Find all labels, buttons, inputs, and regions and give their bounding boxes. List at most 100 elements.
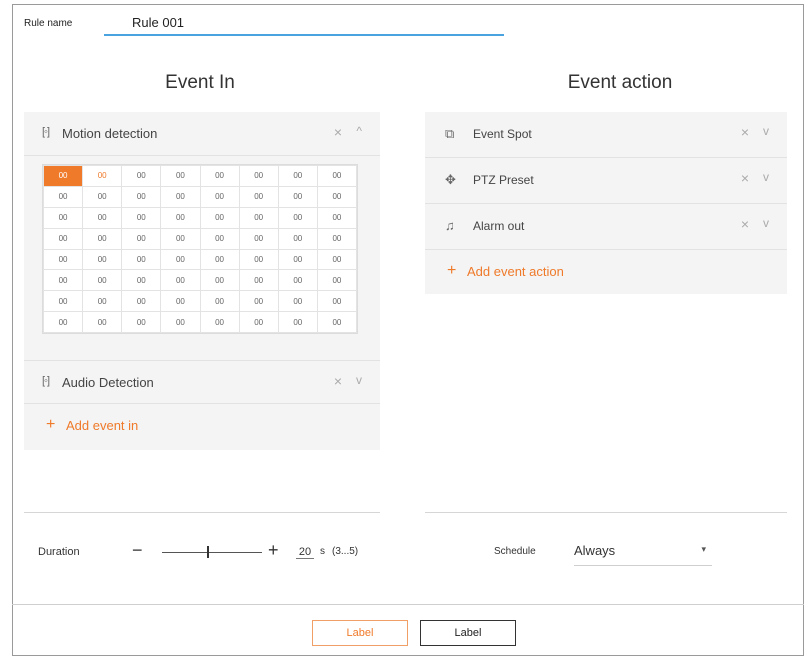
motion-grid-cell[interactable]: 00 <box>277 206 318 229</box>
motion-grid-cell[interactable]: 00 <box>160 311 201 333</box>
add-event-in-button[interactable]: + Add event in <box>24 404 380 448</box>
motion-grid-cell[interactable]: 00 <box>82 248 123 271</box>
alarm-out-item[interactable]: ♫ Alarm out × v <box>425 204 787 250</box>
chevron-down-icon[interactable]: v <box>763 216 769 230</box>
divider <box>24 512 380 513</box>
duration-slider-handle[interactable] <box>207 546 209 558</box>
motion-grid-cell[interactable]: 00 <box>238 185 279 208</box>
chevron-down-icon[interactable]: v <box>763 124 769 138</box>
duration-value-field[interactable]: 20 <box>296 546 314 559</box>
close-icon[interactable]: × <box>741 124 749 140</box>
close-icon[interactable]: × <box>741 216 749 232</box>
motion-grid-cell[interactable]: 00 <box>277 227 318 250</box>
footer-divider <box>12 604 804 605</box>
motion-grid-cell[interactable]: 00 <box>42 248 84 271</box>
motion-grid-cell[interactable]: 00 <box>238 311 279 333</box>
minus-button[interactable]: − <box>132 540 143 561</box>
secondary-button[interactable]: Label <box>420 620 516 646</box>
motion-grid-cell[interactable]: 00 <box>82 165 123 187</box>
audio-detection-header[interactable]: [◦] Audio Detection × v <box>24 360 380 404</box>
motion-grid-cell[interactable]: 00 <box>160 269 201 292</box>
motion-grid-cell[interactable]: 00 <box>238 206 279 229</box>
motion-grid-cell[interactable]: 00 <box>160 165 201 187</box>
motion-grid-cell[interactable]: 00 <box>121 227 162 250</box>
motion-grid-cell[interactable]: 00 <box>42 185 84 208</box>
event-action-title: Event action <box>567 72 673 93</box>
primary-button[interactable]: Label <box>312 620 408 646</box>
motion-grid-cell[interactable]: 00 <box>238 248 279 271</box>
motion-grid-cell[interactable]: 00 <box>277 269 318 292</box>
event-spot-item[interactable]: ⧉ Event Spot × v <box>425 112 787 158</box>
motion-grid-cell[interactable]: 00 <box>121 165 162 187</box>
duration-control: Duration − + 20 s (3...5) <box>38 540 398 570</box>
motion-grid-cell[interactable]: 00 <box>277 311 318 333</box>
schedule-select[interactable]: Always ▾ <box>574 538 712 566</box>
motion-grid-cell[interactable]: 00 <box>316 165 358 187</box>
motion-grid-cell[interactable]: 00 <box>199 290 240 313</box>
motion-grid-cell[interactable]: 00 <box>42 269 84 292</box>
motion-grid-cell[interactable]: 00 <box>199 227 240 250</box>
motion-grid-cell[interactable]: 00 <box>277 248 318 271</box>
close-icon[interactable]: × <box>334 124 342 140</box>
motion-grid-cell[interactable]: 00 <box>238 269 279 292</box>
motion-grid-cell[interactable]: 00 <box>199 206 240 229</box>
audio-detection-label: Audio Detection <box>62 375 154 390</box>
motion-grid-cell[interactable]: 00 <box>82 290 123 313</box>
motion-grid-cell[interactable]: 00 <box>121 248 162 271</box>
duration-slider-track[interactable] <box>162 552 262 553</box>
motion-grid-cell[interactable]: 00 <box>160 185 201 208</box>
motion-grid-cell[interactable]: 00 <box>121 290 162 313</box>
motion-grid-cell[interactable]: 00 <box>277 185 318 208</box>
motion-grid-cell[interactable]: 00 <box>42 165 84 187</box>
motion-grid-cell[interactable]: 00 <box>238 165 279 187</box>
motion-grid-cell[interactable]: 00 <box>316 185 358 208</box>
motion-grid-cell[interactable]: 00 <box>199 185 240 208</box>
motion-grid-cell[interactable]: 00 <box>199 269 240 292</box>
motion-grid-cell[interactable]: 00 <box>316 269 358 292</box>
motion-grid-cell[interactable]: 00 <box>160 248 201 271</box>
motion-grid-cell[interactable]: 00 <box>199 165 240 187</box>
motion-grid-cell[interactable]: 00 <box>238 290 279 313</box>
ptz-preset-item[interactable]: ✥ PTZ Preset × v <box>425 158 787 204</box>
motion-grid-cell[interactable]: 00 <box>199 311 240 333</box>
motion-grid-cell[interactable]: 00 <box>160 206 201 229</box>
motion-grid-cell[interactable]: 00 <box>82 227 123 250</box>
motion-grid-cell[interactable]: 00 <box>316 227 358 250</box>
add-event-action-button[interactable]: + Add event action <box>425 250 787 294</box>
motion-grid-cell[interactable]: 00 <box>277 290 318 313</box>
motion-grid-cell[interactable]: 00 <box>238 227 279 250</box>
chevron-down-icon[interactable]: v <box>356 373 362 387</box>
motion-grid-cell[interactable]: 00 <box>42 311 84 333</box>
motion-grid-cell[interactable]: 00 <box>316 311 358 333</box>
motion-grid-cell[interactable]: 00 <box>316 248 358 271</box>
schedule-label: Schedule <box>494 546 536 557</box>
motion-grid-cell[interactable]: 00 <box>121 206 162 229</box>
motion-grid-cell[interactable]: 00 <box>42 227 84 250</box>
rule-name-input[interactable] <box>104 10 504 36</box>
motion-grid-cell[interactable]: 00 <box>121 269 162 292</box>
motion-grid-cell[interactable]: 00 <box>82 206 123 229</box>
close-icon[interactable]: × <box>741 170 749 186</box>
plus-button[interactable]: + <box>268 540 279 561</box>
chevron-down-icon[interactable]: v <box>763 170 769 184</box>
motion-grid-cell[interactable]: 00 <box>277 165 318 187</box>
motion-grid-cell[interactable]: 00 <box>82 185 123 208</box>
motion-grid-cell[interactable]: 00 <box>82 269 123 292</box>
add-event-in-label: Add event in <box>66 418 139 433</box>
motion-grid-cell[interactable]: 00 <box>199 248 240 271</box>
close-icon[interactable]: × <box>334 373 342 389</box>
motion-grid-cell[interactable]: 00 <box>316 206 358 229</box>
motion-grid-row: 00 00 00 00 00 00 00 00 <box>42 290 358 313</box>
chevron-up-icon[interactable]: ^ <box>356 124 362 138</box>
motion-grid-cell[interactable]: 00 <box>121 311 162 333</box>
event-spot-label: Event Spot <box>473 127 532 141</box>
audio-detection-icon: [◦] <box>42 375 50 387</box>
motion-grid-cell[interactable]: 00 <box>121 185 162 208</box>
motion-detection-header[interactable]: [◦] Motion detection × ^ <box>24 112 380 156</box>
motion-grid-cell[interactable]: 00 <box>160 227 201 250</box>
motion-grid-cell[interactable]: 00 <box>82 311 123 333</box>
motion-grid-cell[interactable]: 00 <box>42 206 84 229</box>
motion-grid-cell[interactable]: 00 <box>160 290 201 313</box>
motion-grid-cell[interactable]: 00 <box>316 290 358 313</box>
motion-grid-cell[interactable]: 00 <box>42 290 84 313</box>
